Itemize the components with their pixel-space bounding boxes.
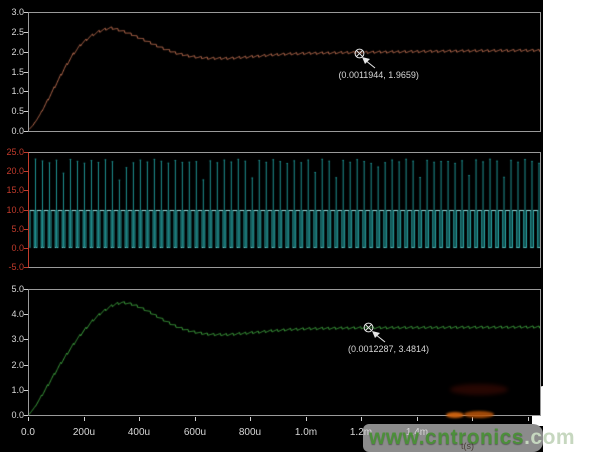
y-tick-label: 4.0: [0, 309, 24, 319]
y-tick-mark: [24, 32, 28, 33]
y-tick-mark: [24, 152, 28, 153]
watermark-suffix: .com: [524, 426, 575, 449]
y-tick-mark: [24, 52, 28, 53]
orange-artifact-smudge: [464, 411, 494, 418]
plot-switching-node: [28, 152, 541, 268]
y-tick-label: 5.0: [0, 284, 24, 294]
x-tick-label: 600u: [173, 427, 217, 438]
y-tick-label: 2.5: [0, 27, 24, 37]
trace-canvas-lower: [29, 290, 540, 415]
y-tick-label: 25.0: [0, 147, 24, 157]
x-tick-mark: [28, 417, 29, 421]
y-tick-mark: [24, 267, 28, 268]
x-tick-mark: [528, 417, 529, 421]
y-tick-mark: [24, 390, 28, 391]
red-artifact-smudge: [450, 384, 508, 395]
y-tick-label: 1.5: [0, 67, 24, 77]
y-tick-mark: [24, 210, 28, 211]
x-tick-mark: [417, 417, 418, 421]
y-tick-label: 2.0: [0, 47, 24, 57]
x-tick-mark: [195, 417, 196, 421]
y-tick-mark: [24, 229, 28, 230]
trace-canvas-middle: [29, 153, 540, 267]
y-tick-mark: [24, 339, 28, 340]
y-tick-mark: [24, 12, 28, 13]
grapher-screenshot-page: 3.0 2.5 2.0 1.5 1.0 0.5 0.0 25.0 20.0 15.0 10.0 5.0…: [0, 0, 600, 452]
x-tick-mark: [306, 417, 307, 421]
x-tick-label: 200u: [62, 427, 106, 438]
watermark-main: www.cntronics: [369, 426, 524, 449]
x-tick-label: 400u: [117, 427, 161, 438]
y-tick-label: 3.0: [0, 7, 24, 17]
y-tick-mark: [24, 248, 28, 249]
y-tick-label: 0.5: [0, 106, 24, 116]
y-tick-label: 0.0: [0, 410, 24, 420]
y-tick-mark: [24, 415, 28, 416]
y-tick-mark: [24, 171, 28, 172]
y-tick-label: 5.0: [0, 224, 24, 234]
y-tick-label: 15.0: [0, 185, 24, 195]
y-tick-label: 0.0: [0, 126, 24, 136]
x-tick-mark: [139, 417, 140, 421]
y-tick-label: 20.0: [0, 166, 24, 176]
cursor-value-label: (0.0012287, 3.4814): [348, 344, 429, 354]
y-tick-label: 3.0: [0, 334, 24, 344]
x-tick-mark: [250, 417, 251, 421]
y-tick-label: 10.0: [0, 205, 24, 215]
cursor-arrow-icon: [370, 329, 390, 345]
y-tick-label: -5.0: [0, 262, 24, 272]
y-tick-mark: [24, 289, 28, 290]
x-tick-label: 1.0m: [284, 427, 328, 438]
y-tick-mark: [24, 314, 28, 315]
x-tick-mark: [361, 417, 362, 421]
y-tick-label: 2.0: [0, 360, 24, 370]
time-axis-label: t(s): [461, 441, 474, 451]
y-tick-mark: [24, 111, 28, 112]
y-tick-label: 1.0: [0, 385, 24, 395]
x-tick-mark: [84, 417, 85, 421]
cursor-value-label: (0.0011944, 1.9659): [338, 70, 418, 80]
y-tick-mark: [24, 190, 28, 191]
y-tick-mark: [24, 131, 28, 132]
y-tick-mark: [24, 365, 28, 366]
orange-artifact-smudge: [446, 412, 464, 418]
y-tick-label: 0.0: [0, 243, 24, 253]
plot-step-response-upper: [28, 12, 541, 132]
y-tick-label: 1.0: [0, 86, 24, 96]
y-tick-mark: [24, 91, 28, 92]
y-tick-mark: [24, 72, 28, 73]
x-tick-label: 0.0: [6, 427, 50, 438]
plot-step-response-lower: [28, 289, 541, 416]
trace-canvas-upper: [29, 13, 540, 131]
x-tick-label: 800u: [228, 427, 272, 438]
cursor-arrow-icon: [360, 55, 380, 71]
